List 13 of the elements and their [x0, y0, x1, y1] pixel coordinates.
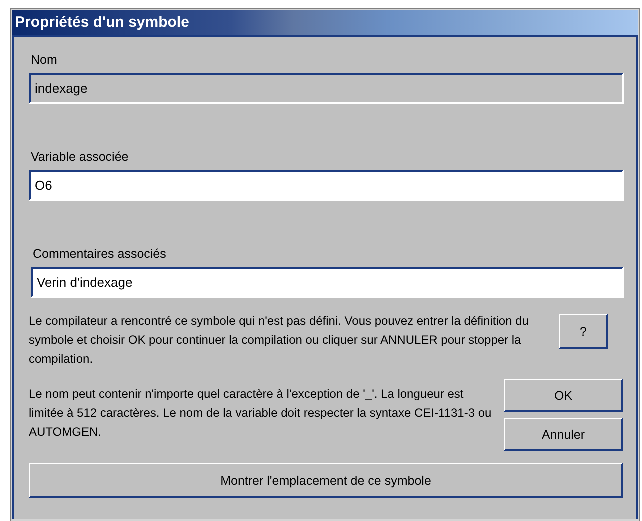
- show-location-button[interactable]: Montrer l'emplacement de ce symbole: [29, 463, 623, 498]
- input-field[interactable]: O6: [29, 170, 624, 201]
- field-label: Commentaires associés: [33, 247, 168, 261]
- ok-button[interactable]: OK: [504, 379, 623, 412]
- field-label: Nom: [31, 53, 58, 67]
- window-title: Propriétés d'un symbole: [12, 10, 638, 35]
- info-text: Le compilateur a rencontré ce symbole qui n'est pas défini. Vous pouvez entrer la définition du symbole et choisir OK pour continuer la compilation ou cliquer sur ANNULER pour stopper la compilation.: [29, 313, 530, 368]
- input-field[interactable]: indexage: [29, 73, 624, 104]
- field-label: Variable associée: [31, 150, 130, 164]
- rules-text: Le nom peut contenir n'importe quel caractère à l'exception de '_'. La longueur est limitée à 512 caractères. Le nom de la variable doit respecter la syntaxe CEI-1131-3 ou AUTOMGEN.: [29, 386, 493, 441]
- input-field[interactable]: Verin d'indexage: [31, 267, 624, 298]
- cancel-button[interactable]: Annuler: [504, 418, 623, 451]
- help-button[interactable]: ?: [559, 314, 608, 349]
